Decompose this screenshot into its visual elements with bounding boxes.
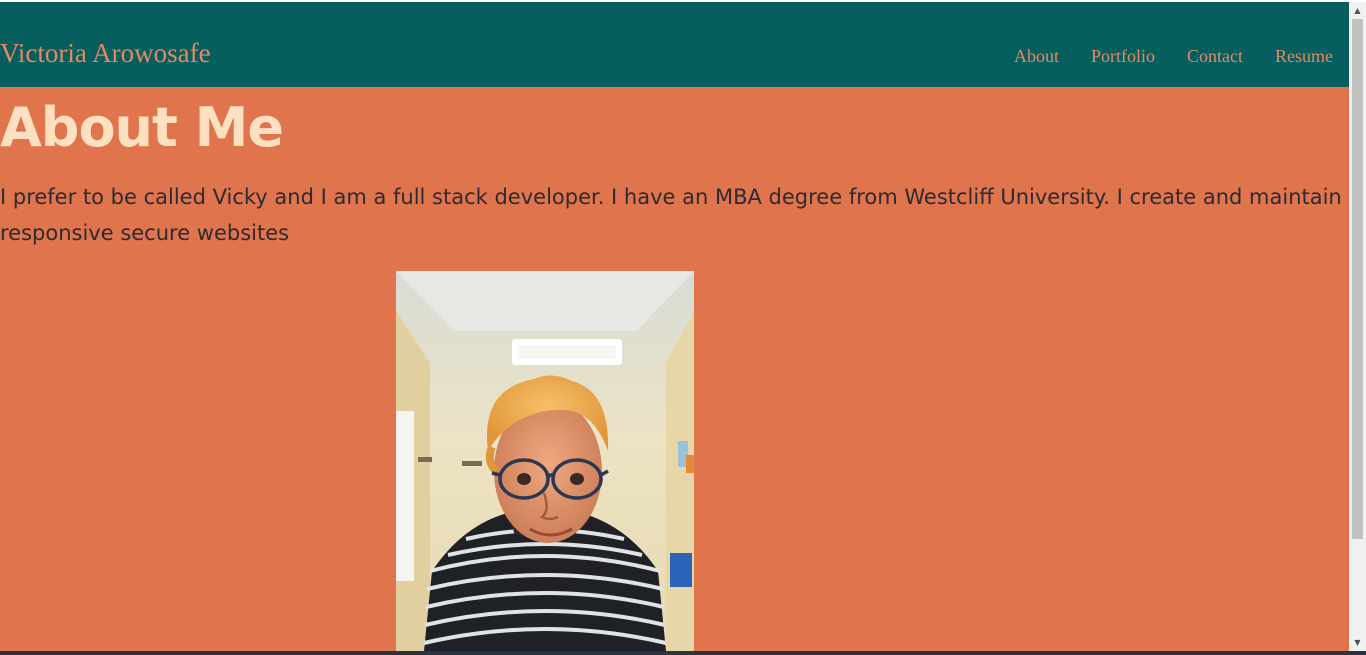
site-brand[interactable]: Victoria Arowosafe bbox=[0, 38, 211, 69]
page-viewport: Victoria Arowosafe About Portfolio Conta… bbox=[0, 2, 1349, 651]
about-bio: I prefer to be called Vicky and I am a f… bbox=[0, 185, 1342, 245]
site-header: Victoria Arowosafe About Portfolio Conta… bbox=[0, 2, 1349, 87]
chevron-down-icon[interactable]: ▼ bbox=[1349, 634, 1366, 651]
chevron-up-icon[interactable]: ▲ bbox=[1349, 2, 1366, 19]
profile-photo bbox=[396, 271, 694, 651]
about-heading: About Me bbox=[0, 96, 284, 159]
vertical-scrollbar[interactable]: ▲ ▼ bbox=[1349, 2, 1366, 651]
main-nav: About Portfolio Contact Resume bbox=[1014, 46, 1333, 67]
nav-resume[interactable]: Resume bbox=[1275, 46, 1333, 67]
nav-portfolio[interactable]: Portfolio bbox=[1091, 46, 1155, 67]
nav-about[interactable]: About bbox=[1014, 46, 1059, 67]
scrollbar-thumb[interactable] bbox=[1352, 19, 1363, 539]
taskbar-edge bbox=[0, 651, 1366, 655]
nav-contact[interactable]: Contact bbox=[1187, 46, 1243, 67]
